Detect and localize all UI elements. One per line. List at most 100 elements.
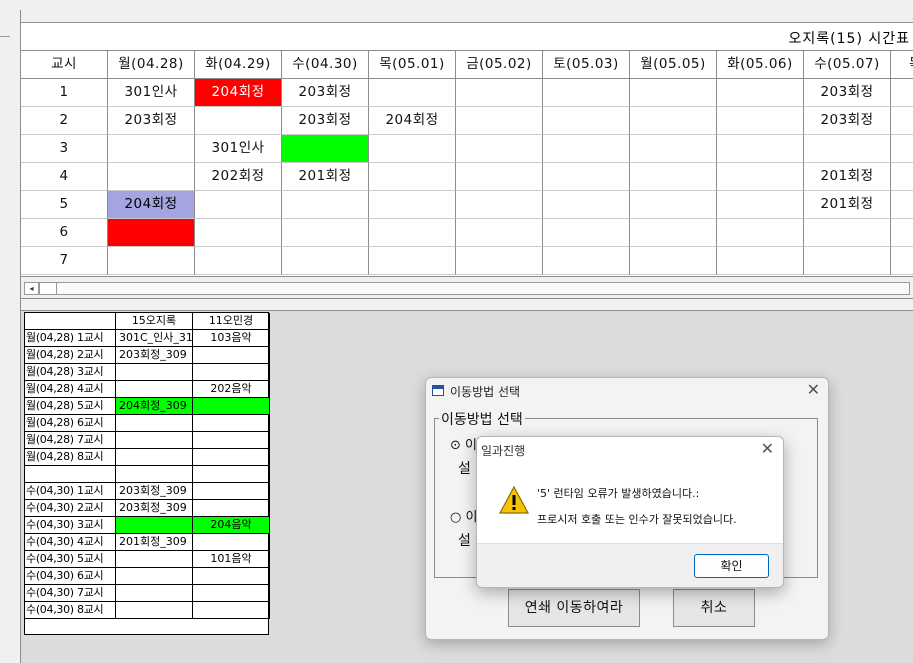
horizontal-scrollbar[interactable]: ◂ [21,276,913,299]
ok-button[interactable]: 확인 [694,554,769,578]
compare-row[interactable]: 수(04,30) 2교시 203회정_309 [25,500,270,517]
slot-value[interactable] [116,381,193,398]
timetable-cell[interactable] [282,219,369,247]
timetable-cell[interactable] [543,247,630,275]
slot-value[interactable] [193,449,270,466]
compare-row[interactable]: 수(04,30) 5교시 101음악 [25,551,270,568]
timetable-cell[interactable] [717,107,804,135]
slot-value[interactable] [116,432,193,449]
timetable-cell[interactable] [456,219,543,247]
timetable-cell[interactable] [717,135,804,163]
timetable-cell[interactable] [195,107,282,135]
chain-move-button[interactable]: 연쇄 이동하여라 [508,589,640,627]
timetable-cell[interactable] [717,79,804,107]
timetable-cell[interactable] [891,107,913,135]
timetable-cell[interactable] [195,219,282,247]
timetable-cell[interactable]: 203회정 [282,79,369,107]
slot-value[interactable] [116,585,193,602]
slot-value[interactable]: 203회정_309 [116,347,193,364]
timetable-cell[interactable] [543,219,630,247]
timetable-cell[interactable] [804,135,891,163]
compare-row[interactable]: 수(04,30) 1교시 203회정_309 [25,483,270,500]
slot-value[interactable] [116,364,193,381]
scroll-left-button[interactable]: ◂ [24,282,39,295]
slot-value[interactable] [193,347,270,364]
timetable-cell[interactable] [543,79,630,107]
timetable-cell[interactable]: 203회정 [804,79,891,107]
compare-row[interactable]: 수(04,30) 6교시 [25,568,270,585]
slot-value[interactable]: 203회정_309 [116,500,193,517]
compare-row[interactable]: 월(04,28) 4교시 202음악 [25,381,270,398]
timetable-cell[interactable] [804,247,891,275]
timetable-cell[interactable] [891,247,913,275]
timetable-cell[interactable] [543,163,630,191]
timetable-cell[interactable] [456,79,543,107]
slot-value[interactable]: 201회정_309 [116,534,193,551]
option1-radio[interactable]: ⊙ 이 [450,434,477,453]
cancel-button[interactable]: 취소 [673,589,755,627]
timetable-cell[interactable] [369,79,456,107]
timetable-cell[interactable] [891,163,913,191]
compare-row[interactable]: 월(04,28) 6교시 [25,415,270,432]
timetable-cell[interactable] [282,191,369,219]
slot-value[interactable]: 103음악 [193,330,270,347]
timetable-cell[interactable]: 201회정 [804,191,891,219]
slot-value[interactable] [193,568,270,585]
timetable-cell[interactable] [108,163,195,191]
slot-value[interactable] [116,568,193,585]
timetable-cell[interactable] [108,247,195,275]
timetable-cell[interactable]: 201회정 [804,163,891,191]
slot-value[interactable] [193,364,270,381]
close-icon[interactable]: ✕ [761,439,774,458]
timetable-cell[interactable] [456,163,543,191]
slot-value[interactable]: 301C_인사_31 [116,330,193,347]
timetable-cell[interactable] [108,219,195,247]
slot-value[interactable] [116,517,193,534]
timetable-cell[interactable] [369,191,456,219]
timetable-cell[interactable] [630,247,717,275]
timetable-cell[interactable] [891,135,913,163]
slot-value[interactable]: 204음악 [193,517,270,534]
slot-value[interactable] [193,534,270,551]
timetable-cell[interactable] [369,219,456,247]
timetable-cell[interactable] [804,219,891,247]
timetable-cell[interactable] [456,135,543,163]
slot-value[interactable] [193,398,270,415]
compare-row[interactable]: 수(04,30) 7교시 [25,585,270,602]
slot-value[interactable] [193,466,270,483]
timetable-cell[interactable] [717,219,804,247]
timetable-cell[interactable] [717,163,804,191]
option2-radio[interactable]: ○ 이 [450,506,477,525]
slot-value[interactable] [193,432,270,449]
slot-value[interactable] [193,500,270,517]
compare-row[interactable]: 월(04,28) 2교시 203회정_309 [25,347,270,364]
compare-row[interactable]: 수(04,30) 8교시 [25,602,270,619]
timetable-cell[interactable] [543,135,630,163]
timetable-cell[interactable]: 204회정 [369,107,456,135]
scrollbar-track[interactable] [24,282,910,295]
timetable-cell[interactable] [891,191,913,219]
slot-value[interactable] [116,466,193,483]
compare-row[interactable]: 수(04,30) 4교시 201회정_309 [25,534,270,551]
timetable-cell[interactable] [543,107,630,135]
timetable-cell[interactable]: 204회정 [108,191,195,219]
compare-row[interactable] [25,466,270,483]
slot-value[interactable]: 202음악 [193,381,270,398]
compare-row[interactable]: 월(04,28) 1교시 301C_인사_31 103음악 [25,330,270,347]
slot-value[interactable] [193,415,270,432]
timetable-cell[interactable] [369,163,456,191]
timetable-cell[interactable] [456,191,543,219]
timetable-cell[interactable] [456,107,543,135]
slot-value[interactable] [193,585,270,602]
timetable-cell[interactable] [717,191,804,219]
timetable-cell[interactable] [195,247,282,275]
timetable-cell[interactable]: 202회정 [195,163,282,191]
slot-value[interactable] [193,483,270,500]
slot-value[interactable] [116,602,193,619]
slot-value[interactable]: 101음악 [193,551,270,568]
timetable-cell[interactable] [717,247,804,275]
timetable-cell[interactable] [891,79,913,107]
compare-row[interactable]: 월(04,28) 8교시 [25,449,270,466]
timetable-cell[interactable] [195,191,282,219]
timetable-cell[interactable] [630,79,717,107]
